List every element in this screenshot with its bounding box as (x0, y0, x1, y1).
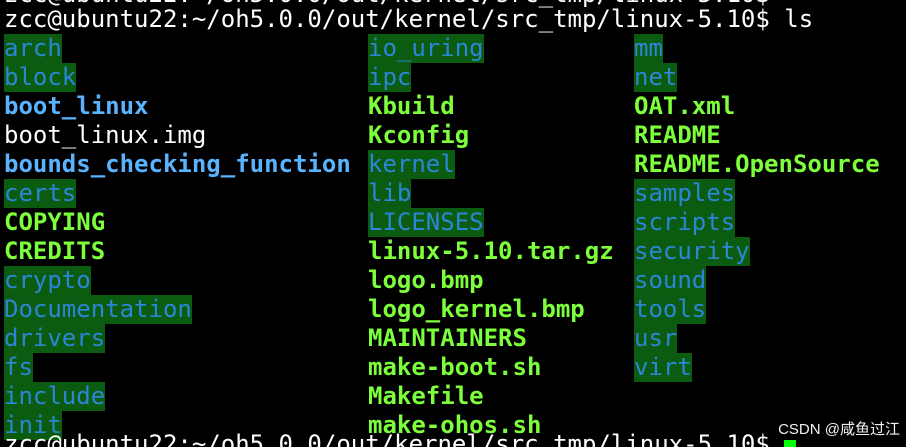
listing-entry-name: mm (634, 34, 663, 63)
listing-entry-documentation: Documentation (4, 295, 364, 324)
listing-entry-name: CREDITS (4, 237, 106, 265)
listing-entry-boot-linux-img: boot_linux.img (4, 121, 364, 150)
listing-entry-oat-xml: OAT.xml (634, 92, 906, 121)
listing-entry-name: samples (634, 179, 736, 208)
listing-entry-drivers: drivers (4, 324, 364, 353)
listing-entry-name: make-boot.sh (368, 353, 542, 381)
listing-entry-sound: sound (634, 266, 906, 295)
listing-entry-name: LICENSES (368, 208, 484, 237)
listing-column-1: arch block boot_linux boot_linux.img bounds_… (4, 34, 364, 440)
listing-entry-name: README.OpenSource (634, 150, 880, 178)
current-prompt-line[interactable]: zcc@ubuntu22:~/oh5.0.0/out/kernel/src_tm… (4, 430, 797, 447)
listing-entry-name: logo.bmp (368, 266, 484, 294)
listing-entry-security: security (634, 237, 906, 266)
listing-entry-name: scripts (634, 208, 736, 237)
listing-entry-name: crypto (4, 266, 91, 295)
listing-entry-block: block (4, 63, 364, 92)
listing-entry-name: net (634, 63, 678, 92)
listing-entry-usr: usr (634, 324, 906, 353)
listing-entry-name: kernel (368, 150, 455, 179)
listing-entry-name: virt (634, 353, 692, 382)
listing-entry-name: sound (634, 266, 707, 295)
listing-entry-readme-opensource: README.OpenSource (634, 150, 906, 179)
current-prompt-text: zcc@ubuntu22:~/oh5.0.0/out/kernel/src_tm… (4, 430, 770, 447)
listing-entry-name: boot_linux (4, 92, 149, 120)
listing-entry-name: block (4, 63, 77, 92)
listing-entry-boot-linux: boot_linux (4, 92, 364, 121)
listing-entry-name: linux-5.10.tar.gz (368, 237, 614, 265)
terminal-window[interactable]: zcc@ubuntu22:~/oh5.0.0/out/kernel/src_tm… (0, 0, 906, 447)
listing-entry-name: fs (4, 353, 33, 382)
listing-entry-name: usr (634, 324, 678, 353)
listing-entry-copying: COPYING (4, 208, 364, 237)
listing-entry-name: boot_linux.img (4, 121, 207, 149)
listing-entry-name: lib (368, 179, 412, 208)
listing-entry-name: README (634, 121, 721, 149)
listing-entry-name: drivers (4, 324, 106, 353)
listing-entry-name: COPYING (4, 208, 106, 236)
listing-entry-name: io_uring (368, 34, 484, 63)
listing-entry-arch: arch (4, 34, 364, 63)
listing-entry-name: OAT.xml (634, 92, 736, 120)
listing-entry-tools: tools (634, 295, 906, 324)
listing-entry-bounds-checking-function: bounds_checking_function (4, 150, 364, 179)
watermark: CSDN @咸鱼过江 (778, 421, 900, 438)
listing-entry-name: Documentation (4, 295, 192, 324)
listing-entry-makefile: Makefile (368, 382, 728, 411)
command-prompt-line: zcc@ubuntu22:~/oh5.0.0/out/kernel/src_tm… (4, 5, 814, 33)
listing-entry-name: ipc (368, 63, 412, 92)
listing-entry-name: Kconfig (368, 121, 470, 149)
listing-entry-virt: virt (634, 353, 906, 382)
listing-column-3: mm net OAT.xml README README.OpenSource sampl… (634, 34, 906, 382)
listing-entry-include: include (4, 382, 364, 411)
listing-entry-name: bounds_checking_function (4, 150, 351, 178)
cursor-block (784, 440, 797, 447)
listing-entry-name: Makefile (368, 382, 484, 410)
listing-entry-credits: CREDITS (4, 237, 364, 266)
listing-entry-name: tools (634, 295, 707, 324)
listing-entry-fs: fs (4, 353, 364, 382)
listing-entry-crypto: crypto (4, 266, 364, 295)
listing-entry-certs: certs (4, 179, 364, 208)
listing-entry-name: security (634, 237, 750, 266)
listing-entry-name: Kbuild (368, 92, 455, 120)
listing-entry-scripts: scripts (634, 208, 906, 237)
listing-entry-mm: mm (634, 34, 906, 63)
listing-entry-samples: samples (634, 179, 906, 208)
listing-entry-readme: README (634, 121, 906, 150)
listing-entry-name: arch (4, 34, 62, 63)
listing-entry-name: include (4, 382, 106, 411)
listing-entry-name: certs (4, 179, 77, 208)
listing-entry-net: net (634, 63, 906, 92)
listing-entry-name: logo_kernel.bmp (368, 295, 585, 323)
listing-entry-name: MAINTAINERS (368, 324, 527, 352)
